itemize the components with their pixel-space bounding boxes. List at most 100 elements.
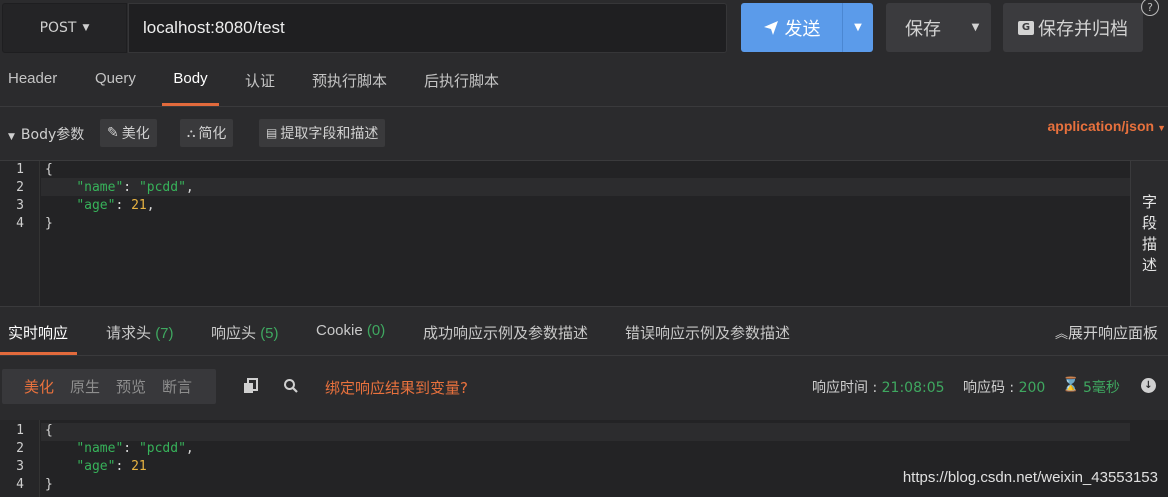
- tab-label: 响应头: [211, 325, 257, 342]
- body-section-label: Body参数: [20, 127, 85, 143]
- caret-down-icon: ▼: [82, 23, 90, 33]
- bind-response-variable-link[interactable]: 绑定响应结果到变量?: [325, 377, 468, 398]
- line-number: 3: [16, 198, 24, 213]
- tab-response-headers[interactable]: 响应头 (5): [211, 322, 279, 343]
- code-token: "name": [76, 441, 124, 456]
- tab-realtime-response[interactable]: 实时响应: [8, 322, 68, 343]
- tab-post-script[interactable]: 后执行脚本: [424, 70, 499, 106]
- tab-auth[interactable]: 认证: [245, 70, 275, 106]
- simplify-button[interactable]: ⛬ 简化: [180, 119, 234, 147]
- code-token: "age": [76, 198, 116, 213]
- code-line: "age": 21: [45, 459, 147, 474]
- tab-header[interactable]: Header: [8, 70, 57, 106]
- copy-icon[interactable]: [243, 378, 259, 394]
- response-time-value: 21:08:05: [881, 380, 945, 396]
- field-desc-char: 字: [1141, 192, 1157, 211]
- active-line-highlight: [41, 423, 1130, 441]
- search-icon[interactable]: [283, 378, 299, 394]
- code-token: 21: [131, 459, 147, 474]
- paper-plane-icon: [763, 20, 778, 35]
- line-number: 3: [16, 459, 24, 474]
- response-duration: 5毫秒: [1083, 380, 1120, 396]
- beautify-label: 美化: [121, 126, 150, 142]
- archive-icon: G: [1018, 20, 1034, 35]
- code-token: :: [123, 180, 139, 195]
- field-description-toggle[interactable]: 字 段 描 述: [1130, 161, 1168, 306]
- tab-body[interactable]: Body: [162, 70, 219, 106]
- content-type-label: application/json: [1047, 118, 1155, 134]
- help-icon[interactable]: ?: [1141, 0, 1159, 16]
- tab-error-example[interactable]: 错误响应示例及参数描述: [625, 322, 790, 343]
- double-chevron-up-icon: ︽: [1054, 327, 1068, 342]
- code-token: :: [123, 441, 139, 456]
- line-number: 4: [16, 216, 24, 231]
- code-line: "name": "pcdd",: [45, 441, 194, 456]
- code-token: }: [45, 216, 53, 231]
- code-token: "name": [76, 180, 124, 195]
- code-token: ,: [146, 198, 155, 213]
- expand-response-panel-button[interactable]: ︽展开响应面板: [1055, 322, 1158, 343]
- response-status: 响应时间 : 21:08:05 响应码 : 200: [812, 377, 1045, 397]
- code-line: {: [45, 162, 53, 177]
- divider: [0, 106, 1168, 107]
- field-desc-char: 段: [1141, 213, 1157, 232]
- code-line: }: [45, 477, 53, 492]
- save-archive-button[interactable]: G 保存并归档: [1003, 3, 1143, 52]
- method-select[interactable]: POST ▼: [2, 3, 127, 53]
- tab-cookie[interactable]: Cookie (0): [316, 322, 385, 339]
- line-number: 4: [16, 477, 24, 492]
- body-section-toggle[interactable]: ▼ Body参数: [8, 124, 84, 144]
- code-token: {: [45, 162, 53, 177]
- divider: [0, 306, 1168, 307]
- extract-fields-button[interactable]: ▤ 提取字段和描述: [259, 119, 386, 147]
- content-type-select[interactable]: application/json ▼: [1048, 118, 1167, 134]
- save-button[interactable]: 保存 ▼: [886, 3, 991, 52]
- save-archive-label: 保存并归档: [1038, 18, 1128, 40]
- code-token: "pcdd": [138, 441, 186, 456]
- tab-success-example[interactable]: 成功响应示例及参数描述: [423, 322, 588, 343]
- send-button[interactable]: 发送 ▼: [741, 3, 873, 52]
- active-line-highlight: [41, 178, 1130, 196]
- code-line: "name": "pcdd",: [45, 180, 194, 195]
- tab-label: Cookie: [316, 322, 363, 339]
- format-beautify[interactable]: 美化: [24, 376, 54, 397]
- format-switcher: 美化 原生 预览 断言: [2, 369, 216, 404]
- save-label: 保存: [905, 18, 941, 40]
- request-body-editor[interactable]: 1 2 3 4 { "name": "pcdd", "age": 21,}: [0, 161, 1130, 306]
- field-desc-char: 述: [1141, 255, 1157, 274]
- method-label: POST: [39, 20, 77, 36]
- sitemap-icon: ⛬: [187, 125, 196, 140]
- tab-request-headers[interactable]: 请求头 (7): [106, 322, 174, 343]
- tab-pre-script[interactable]: 预执行脚本: [312, 70, 387, 106]
- code-line: }: [45, 216, 53, 231]
- code-token: }: [45, 477, 53, 492]
- save-dropdown-icon[interactable]: ▼: [960, 22, 991, 33]
- code-token: ,: [185, 441, 194, 456]
- code-token: :: [115, 198, 132, 213]
- count-badge: (5): [260, 325, 279, 342]
- code-line: {: [45, 423, 53, 438]
- format-assert[interactable]: 断言: [162, 376, 192, 397]
- beautify-button[interactable]: ✎ 美化: [100, 119, 157, 147]
- download-icon[interactable]: ↓: [1141, 378, 1156, 393]
- format-raw[interactable]: 原生: [70, 376, 100, 397]
- send-label: 发送: [784, 18, 821, 40]
- line-number: 1: [16, 162, 24, 177]
- tab-query[interactable]: Query: [95, 70, 136, 106]
- format-preview[interactable]: 预览: [116, 376, 146, 397]
- url-input[interactable]: localhost:8080/test: [128, 3, 727, 53]
- code-token: ,: [185, 180, 194, 195]
- hourglass-icon: ⌛: [1062, 377, 1080, 393]
- line-number: 2: [16, 441, 24, 456]
- count-badge: (0): [366, 322, 386, 339]
- tab-label: 请求头: [106, 325, 152, 342]
- watermark-url: https://blog.csdn.net/weixin_43553153: [902, 469, 1158, 486]
- count-badge: (7): [155, 325, 174, 342]
- document-icon: ▤: [266, 126, 278, 140]
- send-dropdown-icon[interactable]: ▼: [843, 22, 873, 33]
- code-token: "age": [76, 459, 116, 474]
